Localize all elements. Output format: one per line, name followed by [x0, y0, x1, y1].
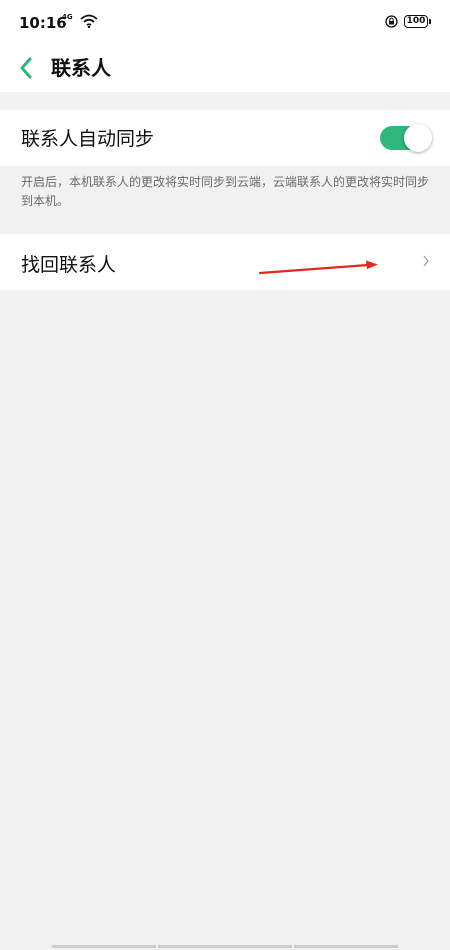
auto-sync-description: 开启后，本机联系人的更改将实时同步到云端，云端联系人的更改将实时同步到本机。	[21, 175, 430, 208]
recover-contacts-label: 找回联系人	[21, 254, 117, 276]
battery-indicator: 100	[404, 15, 431, 28]
status-time: 10:16	[19, 14, 67, 32]
auto-sync-label: 联系人自动同步	[21, 128, 155, 150]
gesture-bar-right	[294, 945, 398, 948]
back-button[interactable]	[12, 52, 42, 84]
chevron-left-icon	[20, 57, 32, 79]
gesture-bar-left	[52, 945, 156, 948]
recover-contacts-row[interactable]: 找回联系人	[0, 234, 450, 290]
gesture-bar-center	[158, 945, 292, 948]
chevron-right-icon	[423, 255, 429, 267]
network-type-indicator: 4G	[62, 13, 73, 21]
wifi-icon	[80, 14, 98, 28]
page-title: 联系人	[51, 56, 111, 80]
auto-sync-toggle[interactable]	[380, 124, 432, 152]
rotation-lock-icon	[385, 15, 398, 28]
status-bar: 10:16 4G 100	[0, 0, 450, 44]
toggle-knob	[404, 124, 432, 152]
section-divider	[0, 92, 450, 110]
